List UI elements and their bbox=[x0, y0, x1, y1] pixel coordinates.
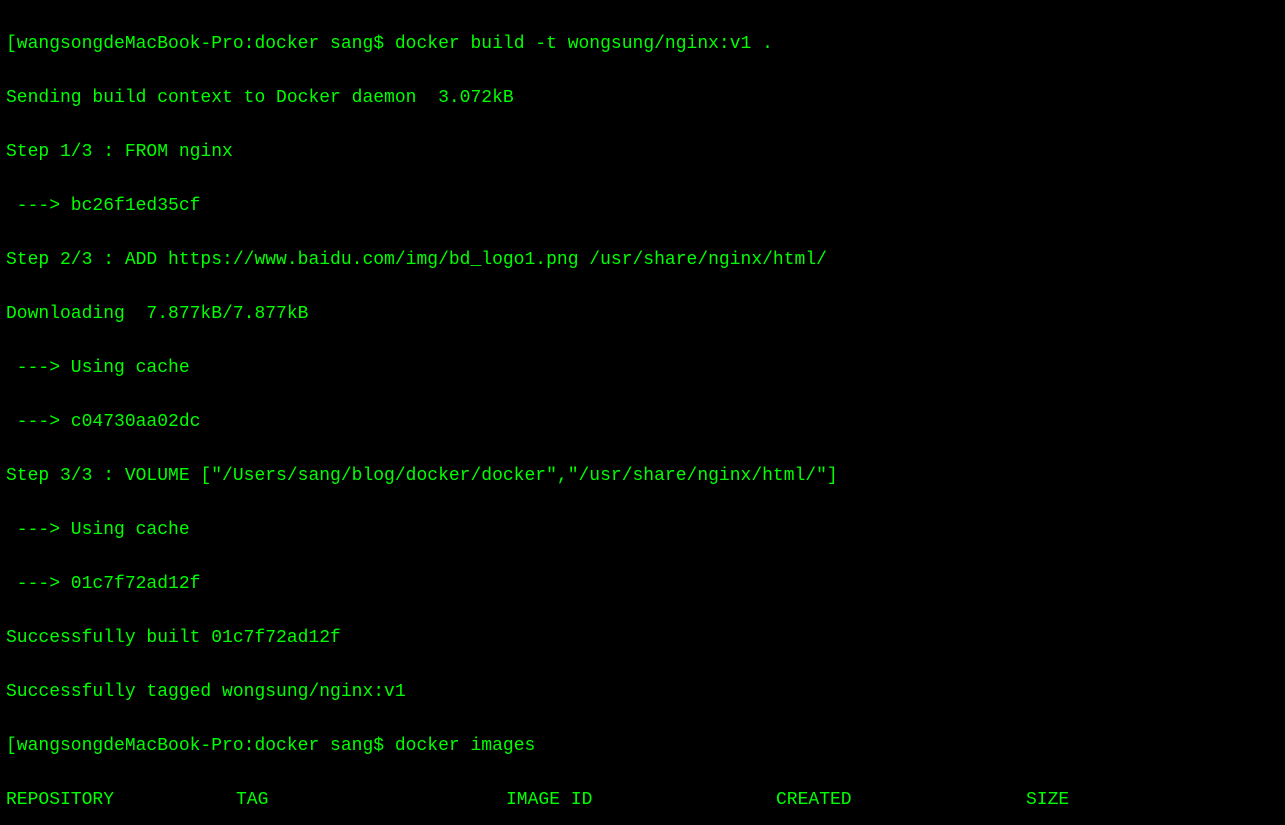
build-output-line: ---> Using cache bbox=[6, 517, 1283, 544]
build-output-line: Sending build context to Docker daemon 3… bbox=[6, 85, 1283, 112]
prompt-2: [wangsongdeMacBook-Pro:docker sang$ bbox=[6, 736, 395, 756]
col-tag-header: TAG bbox=[236, 787, 506, 814]
build-output-line: Successfully built 01c7f72ad12f bbox=[6, 625, 1283, 652]
build-output-line: ---> c04730aa02dc bbox=[6, 409, 1283, 436]
terminal[interactable]: [wangsongdeMacBook-Pro:docker sang$ dock… bbox=[0, 0, 1285, 825]
prompt-1: [wangsongdeMacBook-Pro:docker sang$ bbox=[6, 34, 395, 54]
images-header-row: REPOSITORYTAGIMAGE IDCREATEDSIZE bbox=[6, 787, 1283, 814]
col-repository-header: REPOSITORY bbox=[6, 787, 236, 814]
build-output-line: ---> 01c7f72ad12f bbox=[6, 571, 1283, 598]
line-prompt-2: [wangsongdeMacBook-Pro:docker sang$ dock… bbox=[6, 733, 1283, 760]
build-output-line: Step 2/3 : ADD https://www.baidu.com/img… bbox=[6, 247, 1283, 274]
command-2: docker images bbox=[395, 736, 535, 756]
col-image-id-header: IMAGE ID bbox=[506, 787, 776, 814]
command-1: docker build -t wongsung/nginx:v1 . bbox=[395, 34, 773, 54]
build-output-line: Step 3/3 : VOLUME ["/Users/sang/blog/doc… bbox=[6, 463, 1283, 490]
line-prompt-1: [wangsongdeMacBook-Pro:docker sang$ dock… bbox=[6, 31, 1283, 58]
col-created-header: CREATED bbox=[776, 787, 1026, 814]
build-output-line: Downloading 7.877kB/7.877kB bbox=[6, 301, 1283, 328]
build-output-line: ---> Using cache bbox=[6, 355, 1283, 382]
build-output-line: Step 1/3 : FROM nginx bbox=[6, 139, 1283, 166]
build-output-line: Successfully tagged wongsung/nginx:v1 bbox=[6, 679, 1283, 706]
col-size-header: SIZE bbox=[1026, 787, 1069, 814]
build-output-line: ---> bc26f1ed35cf bbox=[6, 193, 1283, 220]
